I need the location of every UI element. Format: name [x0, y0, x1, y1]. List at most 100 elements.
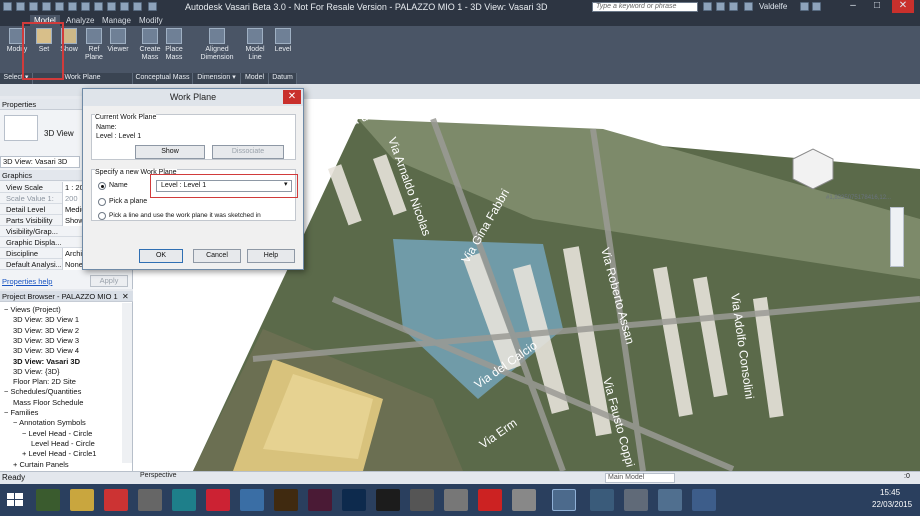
model-line-button[interactable]: Model Line — [243, 28, 267, 72]
app-icon-4[interactable] — [376, 489, 400, 511]
indesign-icon[interactable] — [308, 489, 332, 511]
browser-item[interactable]: − Annotation Symbols — [13, 418, 86, 428]
radio-pick-plane[interactable] — [98, 198, 106, 206]
status-text: Ready — [2, 473, 26, 482]
tab-manage[interactable]: Manage — [98, 15, 135, 26]
browser-item[interactable]: + Curtain Panels — [13, 460, 69, 470]
navigation-bar[interactable] — [890, 207, 904, 267]
redo-icon[interactable] — [55, 2, 64, 11]
browser-item[interactable]: Floor Plan: 2D Site — [13, 377, 76, 387]
help-icon[interactable] — [812, 2, 821, 11]
acrobat-icon[interactable] — [478, 489, 502, 511]
app-icon-5[interactable] — [410, 489, 434, 511]
close-browser-icon[interactable]: ✕ — [122, 292, 129, 301]
panel-datum: Datum — [269, 73, 297, 84]
browser-item-label: 3D View: 3D View 1 — [13, 315, 80, 325]
save-icon[interactable] — [29, 2, 38, 11]
create-mass-icon — [142, 28, 158, 44]
measure-icon[interactable] — [81, 2, 90, 11]
app-icon-9[interactable] — [624, 489, 648, 511]
illustrator-icon[interactable] — [274, 489, 298, 511]
browser-item[interactable]: 3D View: {3D} — [13, 367, 60, 377]
ref-plane-button[interactable]: Ref Plane — [83, 28, 105, 72]
tab-analyze[interactable]: Analyze — [62, 15, 98, 26]
browser-scrollbar[interactable] — [122, 303, 132, 463]
ok-button[interactable]: OK — [139, 249, 183, 263]
open-icon[interactable] — [16, 2, 25, 11]
app-icon-10[interactable] — [658, 489, 682, 511]
exchange-icon[interactable] — [800, 2, 809, 11]
file-explorer-icon[interactable] — [70, 489, 94, 511]
vasari-taskbar-icon[interactable] — [552, 489, 576, 511]
subscription-icon[interactable] — [716, 2, 725, 11]
app-icon-2[interactable] — [172, 489, 196, 511]
properties-help-link[interactable]: Properties help — [2, 277, 52, 286]
view-3d-icon[interactable] — [107, 2, 116, 11]
close-hidden-icon[interactable] — [133, 2, 142, 11]
apply-button[interactable]: Apply — [90, 275, 128, 287]
browser-item[interactable]: 3D View: 3D View 1 — [13, 315, 79, 325]
aligned-dimension-button[interactable]: Aligned Dimension — [196, 28, 238, 72]
tab-modify[interactable]: Modify — [135, 15, 167, 26]
app-icon-11[interactable] — [692, 489, 716, 511]
close-icon[interactable]: ✕ — [892, 0, 914, 13]
level-button[interactable]: Level — [271, 28, 295, 72]
browser-item[interactable]: − Views (Project) — [4, 305, 61, 315]
radio-pick-line[interactable] — [98, 212, 106, 220]
browser-item-label: Mass Floor Schedule — [13, 397, 84, 407]
communication-icon[interactable] — [729, 2, 738, 11]
help-button[interactable]: Help — [247, 249, 295, 263]
app-icon-3[interactable] — [240, 489, 264, 511]
show-button[interactable]: Show — [135, 145, 205, 159]
autocad-icon[interactable] — [104, 489, 128, 511]
dissociate-button[interactable]: Dissociate — [212, 145, 284, 159]
user-icon[interactable] — [744, 2, 753, 11]
radio-name[interactable] — [98, 182, 106, 190]
user-name[interactable]: Valdelfe — [759, 2, 787, 11]
panel-dimension[interactable]: Dimension ▾ — [193, 73, 241, 84]
view-selector-dropdown[interactable]: 3D View: Vasari 3D — [0, 156, 80, 168]
browser-item[interactable]: 3D View: 3D View 3 — [13, 336, 79, 346]
browser-item[interactable]: Mass Floor Schedule — [13, 398, 83, 408]
browser-item[interactable]: − Level Head - Circle — [22, 429, 92, 439]
restore-icon[interactable]: □ — [866, 0, 888, 13]
viewer-icon — [110, 28, 126, 44]
clock-date[interactable]: 22/03/2015 — [872, 500, 912, 509]
place-mass-button[interactable]: Place Mass — [162, 28, 186, 72]
text-icon[interactable] — [94, 2, 103, 11]
viewer-button[interactable]: Viewer — [106, 28, 130, 72]
view-control-bar-label[interactable]: Perspective — [140, 472, 177, 479]
app-menu-icon[interactable] — [3, 2, 12, 11]
app-icon-8[interactable] — [590, 489, 614, 511]
minimize-icon[interactable]: – — [842, 0, 864, 13]
browser-item[interactable]: 3D View: 3D View 4 — [13, 346, 79, 356]
filter-count[interactable]: :0 — [904, 473, 910, 480]
browser-item-label: Level Head - Circle — [31, 438, 95, 448]
dialog-close-icon[interactable]: ✕ — [283, 90, 301, 104]
binoculars-icon[interactable] — [703, 2, 712, 11]
undo-icon[interactable] — [42, 2, 51, 11]
app-icon-1[interactable] — [138, 489, 162, 511]
help-search-input[interactable]: Type a keyword or phrase — [592, 2, 698, 12]
app-icon-7[interactable] — [512, 489, 536, 511]
browser-item[interactable]: 3D View: 3D View 2 — [13, 326, 79, 336]
quick-access-dropdown-icon[interactable] — [148, 2, 157, 11]
browser-item[interactable]: 3D View: Vasari 3D — [13, 357, 80, 367]
browser-item[interactable]: + Level Head - Circle1 — [22, 449, 96, 459]
browser-item[interactable]: − Schedules/Quantities — [4, 387, 81, 397]
model-selector[interactable]: Main Model — [605, 473, 675, 483]
browser-item[interactable]: − Families — [4, 408, 38, 418]
browser-item-label: 3D View: {3D} — [13, 366, 60, 376]
create-mass-button[interactable]: Create Mass — [137, 28, 163, 72]
windows-start-icon[interactable] — [3, 489, 27, 511]
print-icon[interactable] — [68, 2, 77, 11]
cancel-button[interactable]: Cancel — [193, 249, 241, 263]
chrome-icon[interactable] — [36, 489, 60, 511]
browser-item-label: 3D View: 3D View 2 — [13, 325, 80, 335]
clock-time[interactable]: 15:45 — [880, 488, 900, 497]
section-icon[interactable] — [120, 2, 129, 11]
app-icon-6[interactable] — [444, 489, 468, 511]
photoshop-icon[interactable] — [342, 489, 366, 511]
sketchup-icon[interactable] — [206, 489, 230, 511]
browser-item[interactable]: Level Head - Circle — [31, 439, 95, 449]
